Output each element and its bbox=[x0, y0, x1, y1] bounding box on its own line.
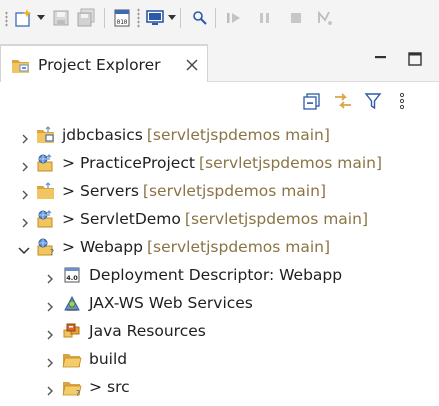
view-tab-bar: Project Explorer bbox=[0, 38, 439, 82]
project-explorer-icon bbox=[11, 55, 31, 79]
tree-item-jdbcbasics[interactable]: jdbcbasics [servletjspdemos main] bbox=[0, 121, 439, 149]
web-project-icon bbox=[36, 209, 56, 229]
chevron-right-icon[interactable] bbox=[45, 326, 55, 340]
tree-item-java-resources[interactable]: Java Resources bbox=[0, 317, 439, 345]
new-dropdown-icon[interactable] bbox=[36, 7, 46, 29]
terminate-icon[interactable] bbox=[285, 7, 307, 29]
git-decoration: [servletjspdemos main] bbox=[142, 182, 326, 200]
svg-text:?: ? bbox=[50, 248, 54, 257]
web-project-icon: ? bbox=[36, 237, 56, 257]
tree-item-label: Servers bbox=[80, 182, 139, 200]
chevron-right-icon[interactable] bbox=[20, 130, 30, 144]
tree-item-deployment-descriptor[interactable]: 4.0 Deployment Descriptor: Webapp bbox=[0, 261, 439, 289]
svg-text:010: 010 bbox=[117, 19, 128, 26]
java-resources-icon bbox=[62, 321, 82, 341]
svg-text:4.0: 4.0 bbox=[66, 274, 78, 282]
new-wizard-icon[interactable] bbox=[13, 7, 35, 29]
chevron-right-icon[interactable] bbox=[45, 382, 55, 396]
save-icon[interactable] bbox=[50, 7, 72, 29]
project-folder-icon bbox=[36, 125, 56, 145]
source-folder-icon: ? bbox=[62, 377, 82, 398]
folder-icon bbox=[62, 349, 82, 369]
chevron-right-icon[interactable] bbox=[20, 186, 30, 200]
web-services-icon bbox=[62, 293, 82, 313]
toolbar-separator bbox=[104, 8, 105, 28]
dirty-marker: > bbox=[62, 238, 75, 256]
tree-item-jax-ws-web-services[interactable]: JAX-WS Web Services bbox=[0, 289, 439, 317]
tree-item-build[interactable]: build bbox=[0, 345, 439, 373]
tree-item-servers[interactable]: > Servers [servletjspdemos main] bbox=[0, 177, 439, 205]
step-icon[interactable] bbox=[314, 7, 336, 29]
resume-icon[interactable] bbox=[223, 7, 245, 29]
save-all-icon[interactable] bbox=[75, 7, 97, 29]
dirty-marker: > bbox=[62, 210, 75, 228]
tree-item-label: Deployment Descriptor: Webapp bbox=[89, 266, 343, 284]
close-icon[interactable] bbox=[185, 58, 199, 72]
git-decoration: [servletjspdemos main] bbox=[146, 238, 331, 256]
tree-item-label: build bbox=[89, 350, 128, 368]
git-decoration: [servletjspdemos main] bbox=[184, 210, 368, 228]
dirty-marker: > bbox=[62, 154, 75, 172]
console-dropdown-icon[interactable] bbox=[167, 7, 177, 29]
svg-text:?: ? bbox=[76, 389, 80, 397]
tab-title: Project Explorer bbox=[38, 56, 161, 74]
tree-item-practiceproject[interactable]: > PracticeProject [servletjspdemos main] bbox=[0, 149, 439, 177]
main-toolbar: 010 bbox=[0, 0, 439, 38]
chevron-right-icon[interactable] bbox=[45, 354, 55, 368]
suspend-icon[interactable] bbox=[254, 7, 276, 29]
console-icon[interactable] bbox=[144, 7, 166, 29]
git-decoration: [servletjspdemos main] bbox=[198, 154, 383, 172]
chevron-down-icon[interactable] bbox=[18, 242, 30, 255]
chevron-right-icon[interactable] bbox=[20, 214, 30, 228]
tree-item-label: ServletDemo bbox=[80, 210, 181, 228]
toolbar-separator bbox=[137, 8, 140, 28]
tree-item-servletdemo[interactable]: > ServletDemo [servletjspdemos main] bbox=[0, 205, 439, 233]
tree-item-label: PracticeProject bbox=[80, 154, 195, 172]
git-decoration: [servletjspdemos main] bbox=[146, 126, 330, 144]
dirty-marker: > bbox=[62, 182, 75, 200]
binary-file-icon[interactable]: 010 bbox=[111, 7, 133, 29]
toolbar-separator bbox=[215, 8, 216, 28]
minimize-icon[interactable] bbox=[372, 51, 388, 65]
filter-icon[interactable] bbox=[363, 91, 383, 111]
dirty-marker: > bbox=[89, 378, 102, 396]
project-tree: jdbcbasics [servletjspdemos main] > Practi… bbox=[0, 117, 439, 406]
web-project-icon bbox=[36, 153, 56, 173]
view-menu-icon[interactable] bbox=[392, 91, 412, 111]
tree-item-label: src bbox=[107, 378, 130, 396]
tab-project-explorer[interactable]: Project Explorer bbox=[0, 44, 208, 82]
link-with-editor-icon[interactable] bbox=[333, 91, 353, 111]
collapse-all-icon[interactable] bbox=[302, 91, 322, 111]
maximize-icon[interactable] bbox=[407, 51, 423, 67]
tree-item-label: JAX-WS Web Services bbox=[89, 294, 253, 312]
tree-item-webapp[interactable]: ? > Webapp [servletjspdemos main] bbox=[0, 233, 439, 261]
view-local-toolbar bbox=[0, 83, 439, 117]
search-icon[interactable] bbox=[189, 7, 211, 29]
tree-item-src[interactable]: ? > src bbox=[0, 373, 439, 401]
tree-item-label: Java Resources bbox=[89, 322, 206, 340]
deployment-descriptor-icon: 4.0 bbox=[62, 265, 82, 285]
toolbar-grip[interactable] bbox=[5, 11, 8, 27]
chevron-right-icon[interactable] bbox=[45, 298, 55, 312]
chevron-right-icon[interactable] bbox=[20, 158, 30, 172]
project-folder-icon bbox=[36, 181, 56, 201]
chevron-right-icon[interactable] bbox=[45, 270, 55, 284]
tree-item-label: jdbcbasics bbox=[62, 126, 143, 144]
tree-item-label: Webapp bbox=[80, 238, 143, 256]
toolbar-separator bbox=[180, 8, 181, 28]
